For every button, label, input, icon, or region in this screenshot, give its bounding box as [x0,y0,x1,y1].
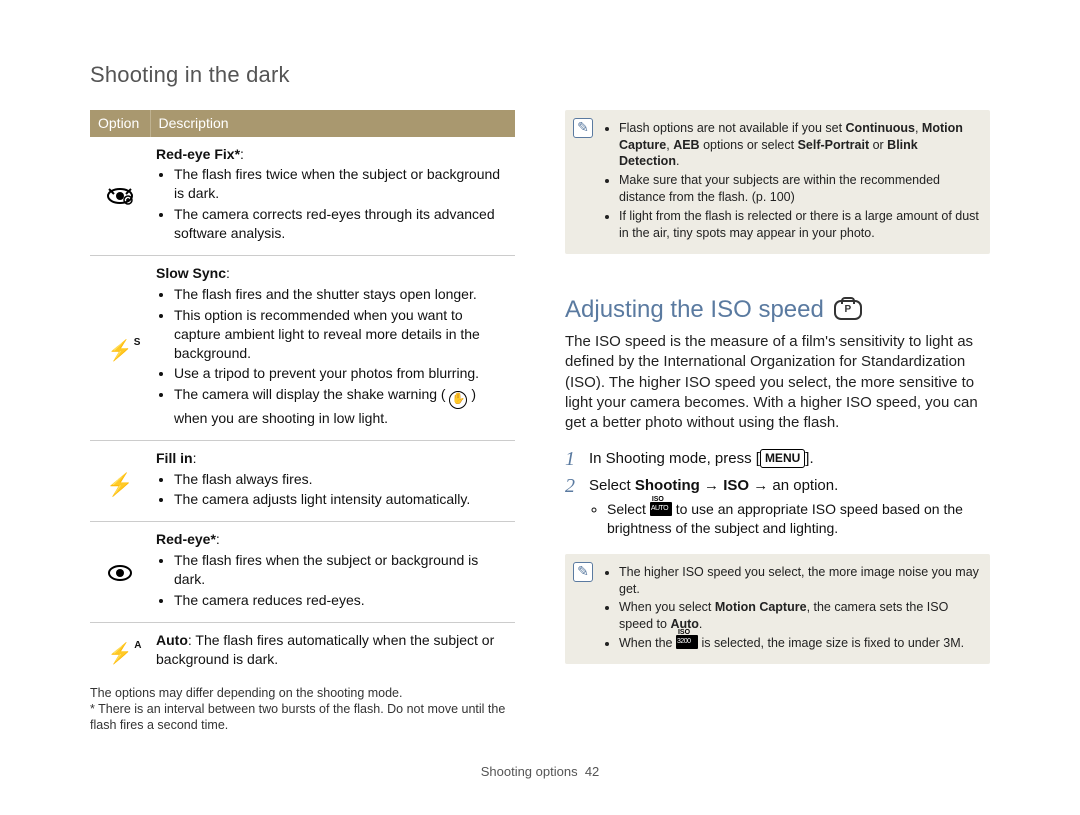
note-box-iso: ✎ The higher ISO speed you select, the m… [565,554,990,664]
option-bullet: The flash fires twice when the subject o… [174,165,509,203]
table-row: ⚡S Slow Sync: The flash fires and the sh… [90,256,515,441]
option-bullet: The flash always fires. [174,470,509,489]
note-icon: ✎ [573,118,593,138]
option-title: Red-eye* [156,531,216,547]
step-item: Select Shooting → ISO → an option. Selec… [565,476,990,538]
footnotes: The options may differ depending on the … [90,685,515,734]
table-header-description: Description [150,110,515,137]
table-row: Red-eye Fix*: The flash fires twice when… [90,137,515,256]
step-item: In Shooting mode, press [MENU]. [565,449,990,469]
shake-warning-icon: ✋ [449,391,467,409]
red-eye-icon [107,565,133,587]
left-column: Option Description [90,110,515,734]
page-footer: Shooting options 42 [90,763,990,781]
table-row: Red-eye*: The flash fires when the subje… [90,522,515,623]
flash-options-table: Option Description [90,110,515,679]
option-inline-label: Auto [156,632,188,648]
option-bullet: The camera reduces red-eyes. [174,591,509,610]
option-title: Slow Sync [156,265,226,281]
note-item: If light from the flash is relected or t… [619,208,980,242]
iso-auto-icon [650,502,672,516]
note-icon: ✎ [573,562,593,582]
step-sub-item: Select to use an appropriate ISO speed b… [607,500,990,538]
option-title-suffix: : [240,146,244,162]
option-title: Fill in [156,450,193,466]
footnote: * There is an interval between two burst… [90,701,515,734]
option-inline-text: : The flash fires automatically when the… [156,632,494,667]
option-title: Red-eye Fix* [156,146,240,162]
breadcrumb: Shooting in the dark [90,60,990,90]
table-header-option: Option [90,110,150,137]
note-item: When you select Motion Capture, the came… [619,599,980,633]
steps-list: In Shooting mode, press [MENU]. Select S… [565,449,990,537]
table-row: ⚡ Fill in: The flash always fires. The c… [90,440,515,522]
footnote: The options may differ depending on the … [90,685,515,701]
menu-button-label: MENU [760,449,805,467]
option-bullet: The camera corrects red-eyes through its… [174,205,509,243]
option-title-suffix: : [226,265,230,281]
option-bullet: The camera will display the shake warnin… [174,385,509,427]
option-title-suffix: : [193,450,197,466]
right-column: ✎ Flash options are not available if you… [565,110,990,734]
option-title-suffix: : [216,531,220,547]
note-item: When the is selected, the image size is … [619,635,980,652]
note-item: Make sure that your subjects are within … [619,172,980,206]
note-item: The higher ISO speed you select, the mor… [619,564,980,598]
table-row: ⚡A Auto: The flash fires automatically w… [90,622,515,678]
note-box-flash: ✎ Flash options are not available if you… [565,110,990,254]
iso-3200-icon [676,635,698,649]
section-paragraph: The ISO speed is the measure of a film's… [565,332,990,433]
mode-dial-icon: P [834,300,862,320]
slow-sync-icon: ⚡S [108,338,133,365]
auto-flash-icon: ⚡A [108,641,133,668]
section-heading-text: Adjusting the ISO speed [565,294,824,326]
option-bullet: The camera adjusts light intensity autom… [174,490,509,509]
section-heading: Adjusting the ISO speed P [565,294,990,326]
fill-in-icon: ⚡ [106,472,133,497]
note-item: Flash options are not available if you s… [619,120,980,171]
two-column-layout: Option Description [90,110,990,734]
option-bullet: The flash fires and the shutter stays op… [174,285,509,304]
option-bullet: Use a tripod to prevent your photos from… [174,364,509,383]
red-eye-fix-icon [106,189,134,211]
option-bullet: This option is recommended when you want… [174,306,509,363]
option-bullet: The flash fires when the subject or back… [174,551,509,589]
